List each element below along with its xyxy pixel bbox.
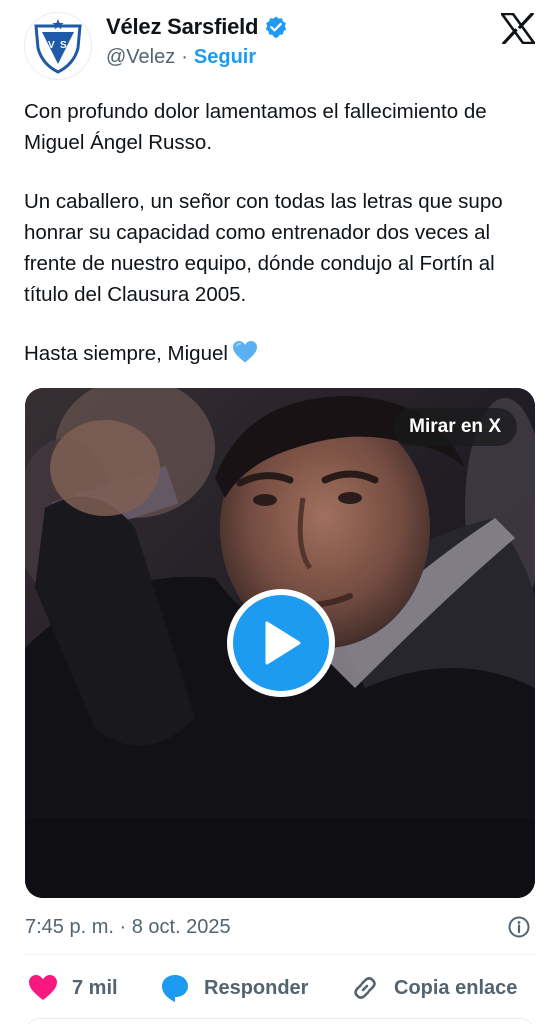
play-button[interactable] xyxy=(227,589,335,697)
tweet-body: Con profundo dolor lamentamos el falleci… xyxy=(24,96,539,369)
separator-dot: · xyxy=(181,45,188,68)
play-icon xyxy=(265,621,301,665)
author-handle[interactable]: @Velez xyxy=(106,46,175,69)
tweet-paragraph-3-row: Hasta siempre, Miguel xyxy=(24,338,539,369)
like-count: 7 mil xyxy=(72,976,118,999)
info-icon[interactable] xyxy=(507,915,531,939)
copy-link-label: Copia enlace xyxy=(394,976,518,999)
tweet-timestamp[interactable]: 7:45 p. m. · 8 oct. 2025 xyxy=(25,916,231,939)
tweet-meta: 7:45 p. m. · 8 oct. 2025 xyxy=(25,912,535,942)
copy-link-button[interactable]: Copia enlace xyxy=(350,966,517,1010)
author-name-row: Vélez Sarsfield xyxy=(106,12,288,42)
tweet-card: V S Vélez Sarsfield @Velez · Seguir Con … xyxy=(0,0,559,1024)
watch-on-x-button[interactable]: Mirar en X xyxy=(393,408,517,446)
light-blue-heart-icon xyxy=(232,341,257,363)
reply-button[interactable]: Responder xyxy=(160,966,308,1010)
x-logo-button[interactable] xyxy=(498,8,538,48)
reply-label: Responder xyxy=(204,976,309,999)
x-logo-icon xyxy=(501,12,535,44)
like-button[interactable]: 7 mil xyxy=(28,966,118,1010)
read-replies-button[interactable] xyxy=(25,1018,535,1024)
tweet-header: V S Vélez Sarsfield @Velez · Seguir xyxy=(0,0,559,86)
club-crest-icon: V S xyxy=(34,19,82,74)
tweet-actions: 7 mil Responder Copia enlace xyxy=(0,966,559,1010)
follow-button[interactable]: Seguir xyxy=(194,46,256,69)
svg-text:S: S xyxy=(60,40,67,51)
divider xyxy=(25,954,535,955)
svg-text:V: V xyxy=(48,40,55,51)
tweet-paragraph-2: Un caballero, un señor con todas las let… xyxy=(24,190,503,306)
video-player[interactable]: Mirar en X xyxy=(25,388,535,898)
heart-icon xyxy=(29,975,57,1000)
avatar[interactable]: V S xyxy=(24,12,92,80)
verified-badge-icon xyxy=(266,16,287,38)
tweet-paragraph-1: Con profundo dolor lamentamos el falleci… xyxy=(24,100,487,154)
reply-bubble-icon xyxy=(162,975,188,1002)
author-handle-row: @Velez · Seguir xyxy=(106,44,256,70)
tweet-paragraph-3: Hasta siempre, Miguel xyxy=(24,342,228,365)
link-icon xyxy=(354,977,376,999)
author-name[interactable]: Vélez Sarsfield xyxy=(106,14,259,40)
